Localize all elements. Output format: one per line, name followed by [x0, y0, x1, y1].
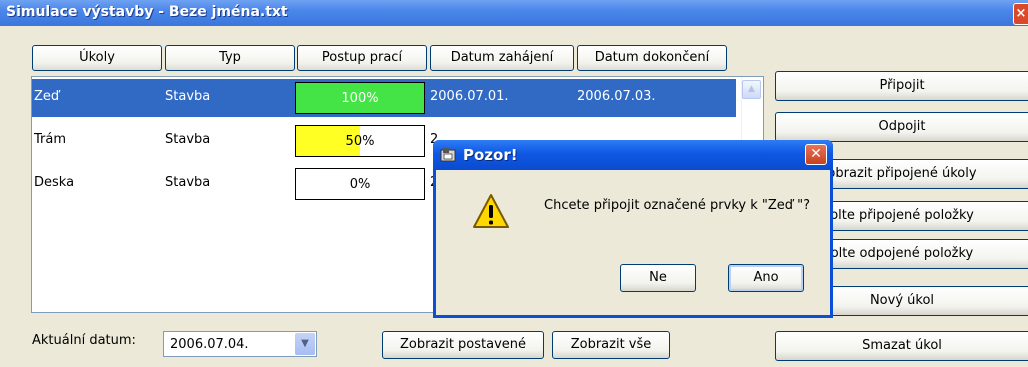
start-date: 2006.07.01. — [430, 89, 509, 104]
dialog-titlebar[interactable]: Pozor! ✕ — [433, 140, 833, 170]
current-date-select[interactable]: 2006.07.04. ▼ — [163, 331, 317, 357]
window-title: Simulace výstavby - Beze jména.txt — [6, 4, 288, 20]
progress-label: 100% — [341, 91, 379, 106]
current-date-label: Aktuální datum: — [32, 333, 136, 348]
delete-task-button[interactable]: Smazat úkol — [775, 331, 1028, 361]
column-header-progress[interactable]: Postup prací — [297, 45, 427, 71]
column-header-type[interactable]: Typ — [165, 45, 295, 71]
task-type: Stavba — [165, 132, 211, 147]
column-header-tasks[interactable]: Úkoly — [32, 45, 162, 71]
task-type: Stavba — [165, 89, 211, 104]
task-type: Stavba — [165, 175, 211, 190]
detach-button[interactable]: Odpojit — [775, 112, 1028, 142]
app-icon — [440, 148, 456, 162]
progress-bar: 100% — [295, 82, 425, 114]
current-date-value: 2006.07.04. — [170, 337, 249, 352]
dialog-message: Chcete připojit označené prvky k "Zeď "? — [544, 198, 811, 213]
column-header-start-date[interactable]: Datum zahájení — [430, 45, 574, 71]
warning-dialog: Pozor! ✕ Chcete připojit označené prvky … — [433, 140, 833, 318]
progress-label: 50% — [345, 134, 375, 149]
warning-icon — [473, 194, 509, 228]
progress-bar: 0% — [295, 168, 425, 200]
main-window: Simulace výstavby - Beze jména.txt × Úko… — [0, 0, 1028, 367]
dialog-close-button[interactable]: ✕ — [805, 144, 827, 165]
dialog-body: Chcete připojit označené prvky k "Zeď "?… — [436, 170, 830, 315]
chevron-down-icon[interactable]: ▼ — [295, 333, 315, 355]
no-button[interactable]: Ne — [620, 264, 696, 292]
window-titlebar[interactable]: Simulace výstavby - Beze jména.txt × — [0, 0, 1028, 26]
show-all-button[interactable]: Zobrazit vše — [552, 331, 670, 359]
end-date: 2006.07.03. — [577, 89, 656, 104]
task-name: Deska — [34, 175, 75, 190]
scroll-up-arrow-icon[interactable]: ▲ — [742, 80, 761, 99]
attach-button[interactable]: Připojit — [775, 71, 1028, 101]
progress-label: 0% — [349, 177, 371, 192]
task-name: Zeď — [34, 89, 60, 104]
window-close-button[interactable]: × — [1013, 3, 1028, 25]
table-row[interactable]: Zeď Stavba 100% 2006.07.01. 2006.07.03. — [32, 79, 736, 117]
dialog-title: Pozor! — [463, 146, 518, 164]
column-header-end-date[interactable]: Datum dokončení — [577, 45, 727, 71]
progress-bar: 50% — [295, 125, 425, 157]
show-built-button[interactable]: Zobrazit postavené — [382, 331, 544, 359]
yes-button[interactable]: Ano — [728, 264, 804, 292]
task-name: Trám — [34, 132, 67, 147]
